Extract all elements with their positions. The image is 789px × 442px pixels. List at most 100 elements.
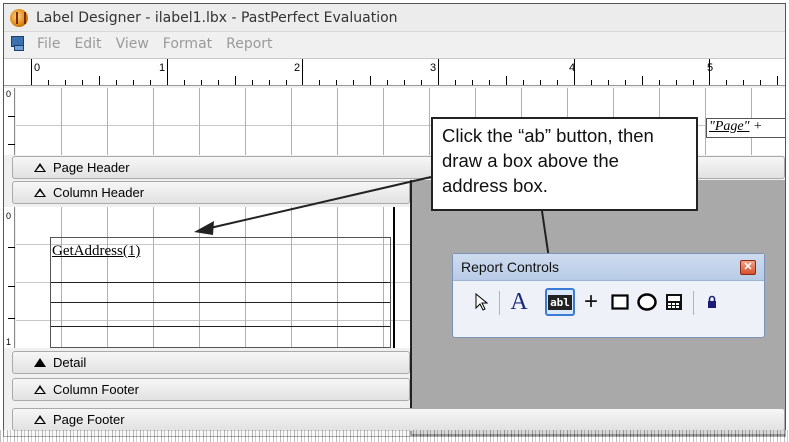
- label-tool-button[interactable]: A: [505, 287, 533, 317]
- picture-tool-button[interactable]: [663, 287, 685, 317]
- ruler-minor-tick: [150, 80, 151, 85]
- pointer-tool-button[interactable]: [471, 287, 491, 317]
- vruler-label-mid: 0: [6, 211, 12, 221]
- toolbar-titlebar[interactable]: Report Controls: [453, 254, 764, 281]
- lock-icon: [708, 295, 716, 308]
- title-bar: Label Designer - ilabel1.lbx - PastPerfe…: [4, 4, 785, 32]
- text-label-icon: A: [510, 288, 528, 315]
- ruler-minor-tick: [608, 80, 609, 85]
- ruler-major-tick: [574, 59, 575, 85]
- ruler-minor-tick: [777, 76, 778, 85]
- page-header-vertical-ruler: 0: [4, 88, 15, 155]
- ruler-label-0: 0: [34, 62, 41, 74]
- detail-band[interactable]: Detail: [12, 351, 410, 374]
- vruler-label-bottom: 1: [6, 337, 12, 347]
- column-header-label: Column Header: [53, 185, 145, 200]
- ruler-minor-tick: [201, 80, 202, 85]
- ruler-minor-tick: [472, 80, 473, 85]
- ruler-minor-tick: [82, 80, 83, 85]
- ruler-minor-tick: [557, 80, 558, 85]
- ruler-minor-tick: [48, 80, 49, 85]
- ruler-minor-tick: [676, 80, 677, 85]
- menu-format[interactable]: Format: [163, 36, 212, 52]
- column-footer-band[interactable]: Column Footer: [12, 378, 410, 401]
- menu-view[interactable]: View: [116, 36, 149, 52]
- pointer-icon: [475, 293, 488, 311]
- ruler-major-tick: [438, 59, 439, 85]
- ellipse-icon: [637, 293, 657, 311]
- page-field-suffix: +: [749, 119, 763, 134]
- ruler-label-1: 1: [159, 62, 166, 74]
- collapse-triangle-icon: [34, 384, 47, 395]
- page-footer-label: Page Footer: [53, 412, 125, 427]
- column-footer-label: Column Footer: [53, 382, 139, 397]
- ruler-major-tick: [709, 59, 710, 85]
- menu-edit[interactable]: Edit: [74, 36, 101, 52]
- ruler-minor-tick: [726, 80, 727, 85]
- ellipse-tool-button[interactable]: [636, 287, 658, 317]
- toolbar-title: Report Controls: [461, 259, 560, 275]
- ruler-minor-tick: [65, 80, 66, 85]
- ruler-major-tick: [31, 59, 32, 85]
- page-header-label: Page Header: [53, 160, 130, 175]
- horizontal-ruler: 0 1 2 3 4 5: [4, 58, 785, 86]
- ruler-minor-tick: [591, 80, 592, 85]
- ruler-minor-tick: [659, 80, 660, 85]
- ruler-minor-tick: [404, 80, 405, 85]
- ruler-label-2: 2: [294, 62, 301, 74]
- rectangle-icon: [611, 294, 629, 310]
- ruler-minor-tick: [133, 80, 134, 85]
- ruler-minor-tick: [625, 80, 626, 85]
- field-ab-icon: abl: [548, 294, 572, 310]
- ruler-minor-tick: [184, 80, 185, 85]
- line-icon: +: [583, 288, 598, 315]
- window-title: Label Designer - ilabel1.lbx - PastPerfe…: [36, 9, 398, 26]
- ruler-minor-tick: [540, 80, 541, 85]
- lock-tool-button[interactable]: [701, 287, 723, 317]
- address-field[interactable]: GetAddress(1): [52, 243, 140, 260]
- ruler-minor-tick: [455, 80, 456, 85]
- ruler-minor-tick: [99, 76, 100, 85]
- ruler-minor-tick: [370, 76, 371, 85]
- menu-report[interactable]: Report: [226, 36, 272, 52]
- page-footer-band[interactable]: Page Footer: [12, 408, 785, 431]
- ruler-major-tick: [167, 59, 168, 85]
- page-number-field[interactable]: "Page" +: [706, 118, 786, 138]
- ruler-minor-tick: [523, 80, 524, 85]
- ruler-minor-tick: [235, 76, 236, 85]
- expand-triangle-icon: [34, 357, 47, 368]
- ruler-minor-tick: [353, 80, 354, 85]
- torn-bottom-edge: [0, 430, 789, 442]
- ruler-minor-tick: [116, 80, 117, 85]
- ruler-minor-tick: [421, 80, 422, 85]
- ruler-minor-tick: [760, 80, 761, 85]
- ruler-minor-tick: [642, 76, 643, 85]
- ruler-minor-tick: [286, 80, 287, 85]
- ruler-minor-tick: [218, 80, 219, 85]
- ruler-minor-tick: [336, 80, 337, 85]
- detail-label: Detail: [53, 355, 87, 370]
- report-icon: [11, 36, 27, 52]
- ole-picture-icon: [666, 294, 682, 310]
- report-controls-toolbar: Report Controls ✕ A abl +: [452, 253, 765, 338]
- rectangle-tool-button[interactable]: [609, 287, 631, 317]
- ruler-label-5: 5: [707, 62, 714, 74]
- page-field-prefix: "Page": [709, 119, 750, 134]
- ruler-minor-tick: [693, 80, 694, 85]
- instruction-callout: Click the “ab” button, then draw a box a…: [431, 117, 698, 211]
- pastperfect-app-icon: [10, 8, 28, 27]
- ruler-label-3: 3: [430, 62, 437, 74]
- collapse-triangle-icon: [34, 187, 47, 198]
- ruler-minor-tick: [252, 80, 253, 85]
- column-right-edge: [393, 207, 395, 348]
- ruler-major-tick: [302, 59, 303, 85]
- vruler-label-top: 0: [6, 89, 12, 99]
- field-tool-button-ab[interactable]: abl: [545, 288, 575, 316]
- toolbar-close-button[interactable]: ✕: [740, 260, 756, 275]
- menu-file[interactable]: File: [37, 36, 60, 52]
- ruler-minor-tick: [743, 80, 744, 85]
- column-header-band[interactable]: Column Header: [12, 181, 410, 204]
- ruler-minor-tick: [387, 80, 388, 85]
- line-tool-button[interactable]: +: [581, 287, 601, 317]
- ruler-minor-tick: [319, 80, 320, 85]
